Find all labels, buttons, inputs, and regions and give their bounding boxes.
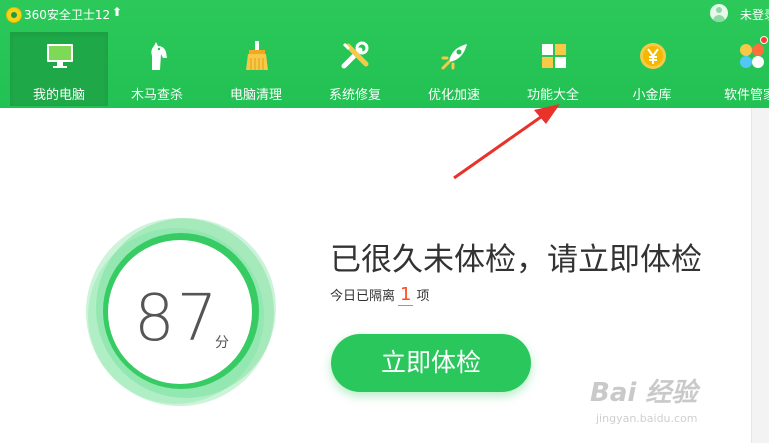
watermark-brand: Bai 经验 [590,378,698,408]
watermark-url: jingyan.baidu.com [596,412,698,425]
